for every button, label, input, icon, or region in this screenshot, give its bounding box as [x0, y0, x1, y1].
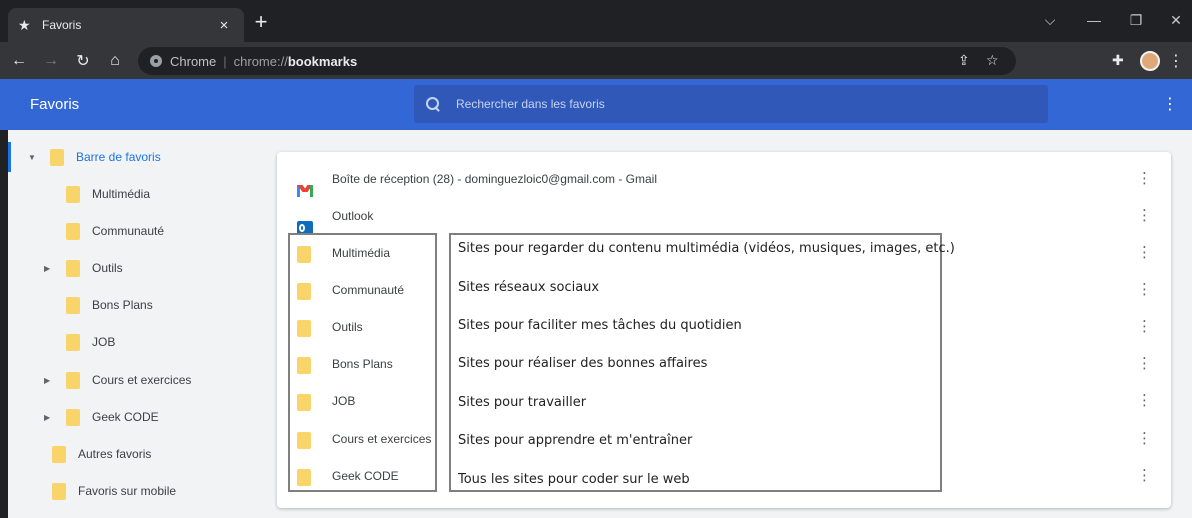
more-options-icon[interactable]: ⋮	[1137, 391, 1152, 409]
annotation-text: Sites réseaux sociaux	[458, 280, 600, 295]
sidebar-item-communaute[interactable]: Communauté	[66, 216, 164, 246]
tab-favoris[interactable]: ★ Favoris ×	[8, 8, 244, 42]
folder-icon	[66, 185, 80, 203]
folder-tree: ▼ Barre de favoris Multimédia Communauté…	[8, 130, 270, 518]
address-bar[interactable]: Chrome | chrome:// bookmarks ⇪ ☆	[138, 47, 1016, 75]
tab-close-button[interactable]: ×	[214, 17, 234, 34]
gmail-icon	[297, 184, 313, 197]
selection-indicator	[8, 142, 11, 172]
sidebar-item-label: Favoris sur mobile	[78, 484, 177, 498]
folder-icon	[66, 408, 80, 426]
browser-toolbar: ← → ↻ ⌂ Chrome | chrome:// bookmarks ⇪ ☆…	[0, 42, 1192, 110]
star-icon: ★	[18, 16, 31, 33]
search-box[interactable]	[414, 85, 1048, 123]
more-options-icon[interactable]: ⋮	[1137, 354, 1152, 372]
avatar[interactable]	[1140, 51, 1160, 71]
tab-search-button[interactable]: ⌵	[1036, 12, 1064, 29]
page-title: Favoris	[30, 96, 80, 113]
more-options-icon[interactable]: ⋮	[1137, 429, 1152, 447]
folder-icon	[52, 445, 66, 463]
reload-button[interactable]: ↻	[70, 48, 96, 74]
sidebar-item-barre-de-favoris[interactable]: ▼ Barre de favoris	[28, 142, 161, 172]
annotation-text: Tous les sites pour coder sur le web	[458, 472, 690, 487]
sidebar-item-label: JOB	[92, 335, 116, 349]
search-icon	[426, 97, 440, 111]
sidebar-item-label: Bons Plans	[92, 298, 153, 312]
annotation-text: Sites pour faciliter mes tâches du quoti…	[458, 318, 742, 333]
annotation-text: Sites pour réaliser des bonnes affaires	[458, 356, 708, 371]
folder-icon	[66, 333, 80, 351]
back-button[interactable]: ←	[6, 48, 32, 74]
tab-title: Favoris	[42, 18, 82, 32]
sidebar-item-geek-code[interactable]: ▶ Geek CODE	[44, 402, 159, 432]
chevron-right-icon[interactable]: ▶	[44, 376, 56, 385]
sidebar-item-label: Communauté	[92, 224, 165, 238]
bookmark-title: Outlook	[332, 209, 374, 223]
share-icon[interactable]: ⇪	[958, 52, 970, 69]
forward-button[interactable]: →	[38, 48, 64, 74]
sidebar-item-bons-plans[interactable]: Bons Plans	[66, 290, 153, 320]
minimize-button[interactable]: —	[1080, 12, 1108, 28]
new-tab-button[interactable]: +	[250, 11, 272, 34]
folders-highlight-box	[288, 233, 437, 492]
folder-icon	[52, 482, 66, 500]
bookmark-title: Boîte de réception (28) - dominguezloic0…	[332, 172, 657, 186]
bookmarks-content: ▼ Barre de favoris Multimédia Communauté…	[0, 130, 1192, 518]
annotation-text: Sites pour apprendre et m'entraîner	[458, 433, 693, 448]
more-options-icon[interactable]: ⋮	[1137, 317, 1152, 335]
annotation-text: Sites pour regarder du contenu multimédi…	[458, 241, 955, 256]
more-options-icon[interactable]: ⋮	[1137, 466, 1152, 484]
sidebar-item-multimedia[interactable]: Multimédia	[66, 179, 150, 209]
more-options-icon[interactable]: ⋮	[1137, 280, 1152, 298]
close-window-button[interactable]: ✕	[1162, 12, 1190, 29]
url-label: Chrome	[170, 53, 217, 69]
sidebar-item-label: Multimédia	[92, 187, 151, 201]
tab-strip: ★ Favoris × + ⌵ — ❐ ✕	[0, 0, 1192, 42]
sidebar-item-label: Barre de favoris	[76, 150, 161, 164]
sidebar-item-cours-et-exercices[interactable]: ▶ Cours et exercices	[44, 365, 191, 395]
more-options-icon[interactable]: ⋮	[1137, 169, 1152, 187]
folder-icon	[66, 222, 80, 240]
folder-icon	[66, 259, 80, 277]
more-options-icon[interactable]: ⋮	[1137, 243, 1152, 261]
chrome-menu-icon[interactable]: ⋮	[1168, 51, 1184, 71]
more-options-icon[interactable]: ⋮	[1137, 206, 1152, 224]
sidebar-item-favoris-sur-mobile[interactable]: Favoris sur mobile	[52, 476, 176, 506]
more-options-icon[interactable]: ⋮	[1162, 94, 1178, 114]
restore-button[interactable]: ❐	[1122, 12, 1150, 29]
sidebar-item-label: Outils	[92, 261, 123, 275]
sidebar-item-label: Cours et exercices	[92, 373, 192, 387]
folder-icon	[66, 371, 80, 389]
folder-icon	[50, 148, 64, 166]
search-input[interactable]	[456, 97, 1016, 111]
bookmark-star-icon[interactable]: ☆	[986, 52, 999, 69]
url-scheme: chrome://	[233, 53, 288, 69]
home-button[interactable]: ⌂	[102, 48, 128, 74]
list-item-gmail[interactable]: Boîte de réception (28) - dominguezloic0…	[277, 160, 1171, 197]
sidebar-item-label: Autres favoris	[78, 447, 152, 461]
bookmark-list: Boîte de réception (28) - dominguezloic0…	[277, 152, 1171, 508]
window-edge	[0, 130, 8, 518]
list-item-outlook[interactable]: Outlook ⋮	[277, 197, 1171, 235]
folder-icon	[66, 296, 80, 314]
puzzle-icon[interactable]: ✚	[1112, 52, 1124, 69]
annotation-text: Sites pour travailler	[458, 395, 587, 410]
bookmarks-header: Favoris ⋮	[0, 79, 1192, 130]
url-separator: |	[223, 53, 227, 69]
sidebar-item-label: Geek CODE	[92, 410, 159, 424]
sidebar-item-job[interactable]: JOB	[66, 327, 115, 357]
chrome-icon	[150, 55, 162, 67]
sidebar-item-outils[interactable]: ▶ Outils	[44, 253, 123, 283]
chevron-right-icon[interactable]: ▶	[44, 413, 56, 422]
chevron-right-icon[interactable]: ▶	[44, 264, 56, 273]
url-host: bookmarks	[287, 53, 358, 69]
chevron-down-icon[interactable]: ▼	[28, 153, 40, 162]
sidebar-item-autres-favoris[interactable]: Autres favoris	[52, 439, 151, 469]
